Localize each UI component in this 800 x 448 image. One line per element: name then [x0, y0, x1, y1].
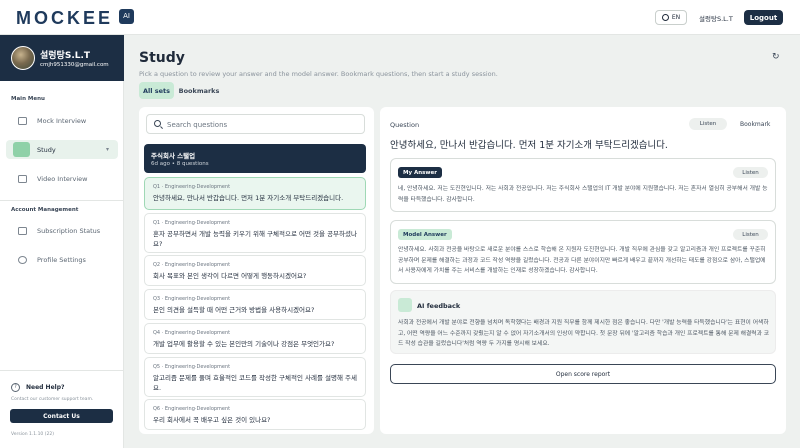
question-set-card[interactable]: 주식회사 스탤업 6d ago • 8 questions: [144, 144, 366, 173]
refresh-icon[interactable]: ↻: [772, 52, 782, 62]
avatar[interactable]: [11, 46, 35, 70]
sidebar-item-label: Subscription Status: [37, 226, 101, 235]
my-answer-listen-button[interactable]: Listen: [733, 167, 768, 178]
my-answer-text: 네, 안녕하세요. 저는 도진현입니다. 저는 사회과 전공입니다. 저는 주식…: [398, 186, 768, 203]
question-text: 본인 의견을 설득할 때 어떤 근거와 방법을 사용하시겠어요?: [153, 306, 315, 314]
question-label: Question: [390, 121, 420, 129]
ai-feedback-text: 사회과 전공에서 개발 분야로 전향을 넘치며 독학했다는 배경과 지원 직무를…: [398, 320, 770, 347]
study-icon: [13, 142, 30, 157]
ai-feedback-card: AI feedback 사회과 전공에서 개발 분야로 전향을 넘치며 독학했다…: [390, 290, 776, 354]
app-logo[interactable]: MOCKEE: [16, 8, 113, 29]
search-icon: [154, 120, 161, 127]
help-icon: ?: [11, 383, 20, 392]
model-answer-listen-button[interactable]: Listen: [733, 229, 768, 240]
question-text: 우리 회사에서 꼭 배우고 싶은 것이 있나요?: [153, 416, 271, 424]
search-input[interactable]: Search questions: [146, 114, 365, 134]
search-placeholder: Search questions: [167, 121, 228, 129]
main-menu-label: Main Menu: [11, 96, 45, 102]
profile-name: 설렁탕S.L.T: [40, 51, 91, 61]
model-answer-card: Model Answer Listen 안녕하세요. 사회과 전공을 바탕으로 …: [390, 220, 776, 284]
question-text: 알고리즘 문제를 풀며 효율적인 코드를 작성한 구체적인 사례를 설명해 주세…: [153, 374, 357, 392]
user-icon: [18, 255, 27, 264]
model-answer-badge: Model Answer: [398, 229, 452, 240]
account-management-label: Account Management: [11, 207, 79, 213]
set-title: 주식회사 스탤업: [151, 152, 196, 160]
tab-bookmarks[interactable]: Bookmarks: [178, 82, 220, 99]
chevron-down-icon[interactable]: ▾: [106, 146, 109, 153]
list-item[interactable]: Q1 · Engineering·Development 안녕하세요, 만나서 …: [144, 177, 366, 210]
question-meta: Q3 · Engineering·Development: [153, 296, 231, 302]
globe-icon: [661, 14, 669, 21]
question-list-panel: Search questions 주식회사 스탤업 6d ago • 8 que…: [139, 107, 374, 434]
sidebar-item-mock-interview[interactable]: Mock Interview: [6, 111, 118, 130]
sidebar-item-label: Video Interview: [37, 174, 88, 183]
list-item[interactable]: Q5 · Engineering·Development 알고리즘 문제를 풀며…: [144, 357, 366, 397]
list-item[interactable]: Q2 · Engineering·Development 회사 목표와 본인 생…: [144, 255, 366, 286]
sidebar-item-label: Mock Interview: [37, 116, 87, 125]
app-version: Version 1.1.10 (22): [11, 432, 54, 437]
monitor-icon: [18, 226, 27, 235]
profile-email: cmjh951330@gmail.com: [40, 62, 109, 68]
question-detail-panel: Question Listen Bookmark 안녕하세요, 만나서 반갑습니…: [380, 107, 786, 434]
page-subtitle: Pick a question to review your answer an…: [139, 70, 498, 78]
question-meta: Q1 · Engineering·Development: [153, 184, 231, 190]
my-answer-badge: My Answer: [398, 167, 442, 178]
logo-badge-icon: AI: [119, 9, 134, 24]
list-item[interactable]: Q1 · Engineering·Development 혼자 공부하면서 개발…: [144, 213, 366, 253]
set-meta: 6d ago • 8 questions: [151, 161, 209, 167]
question-meta: Q6 · Engineering·Development: [153, 406, 231, 412]
question-meta: Q4 · Engineering·Development: [153, 330, 231, 336]
listen-button[interactable]: Listen: [689, 118, 727, 130]
video-icon: [18, 174, 27, 183]
bookmark-button[interactable]: Bookmark: [740, 121, 770, 128]
logout-button[interactable]: Logout: [744, 10, 783, 25]
ai-feedback-title: AI feedback: [417, 302, 461, 310]
list-item[interactable]: Q6 · Engineering·Development 우리 회사에서 꼭 배…: [144, 399, 366, 430]
question-meta: Q2 · Engineering·Development: [153, 262, 231, 268]
help-subtitle: Contact our customer support team.: [11, 397, 94, 402]
page-title: Study: [139, 50, 185, 66]
question-meta: Q1 · Engineering·Development: [153, 220, 231, 226]
sidebar-item-label: Profile Settings: [37, 255, 86, 264]
mock-interview-icon: [18, 116, 27, 125]
profile-card: 설렁탕S.L.T cmjh951330@gmail.com: [0, 35, 124, 81]
language-button[interactable]: EN: [655, 10, 687, 25]
top-header: MOCKEE AI EN 설렁탕S.L.T Logout: [0, 0, 800, 35]
list-item[interactable]: Q4 · Engineering·Development 개발 업무에 활용할 …: [144, 323, 366, 354]
ai-feedback-icon: [398, 298, 412, 312]
question-meta: Q5 · Engineering·Development: [153, 364, 231, 370]
tab-all-sets[interactable]: All sets: [139, 82, 174, 99]
help-title: Need Help?: [26, 384, 65, 391]
sidebar-item-study[interactable]: Study ▾: [6, 140, 118, 159]
language-label: EN: [671, 14, 681, 21]
sidebar-item-profile-settings[interactable]: Profile Settings: [6, 250, 118, 269]
sidebar-item-label: Study: [37, 145, 56, 154]
contact-us-button[interactable]: Contact Us: [10, 409, 113, 423]
sidebar-item-video-interview[interactable]: Video Interview: [6, 169, 118, 188]
model-answer-text: 안녕하세요. 사회과 전공을 바탕으로 새로운 분야를 스스로 학습해 온 지원…: [398, 247, 766, 274]
question-text: 혼자 공부하면서 개발 능력을 키우기 위해 구체적으로 어떤 것을 공부하셨나…: [153, 230, 357, 248]
open-score-report-button[interactable]: Open score report: [390, 364, 776, 384]
my-answer-card: My Answer Listen 네, 안녕하세요. 저는 도진현입니다. 저는…: [390, 158, 776, 212]
sidebar-divider: [0, 370, 124, 371]
sidebar-item-subscription[interactable]: Subscription Status: [6, 221, 118, 240]
header-user-name[interactable]: 설렁탕S.L.T: [699, 13, 733, 23]
sidebar-divider: [0, 200, 124, 201]
question-text: 개발 업무에 활용할 수 있는 본인만의 기술이나 강점은 무엇인가요?: [153, 340, 335, 348]
sidebar: 설렁탕S.L.T cmjh951330@gmail.com Main Menu …: [0, 35, 124, 448]
list-item[interactable]: Q3 · Engineering·Development 본인 의견을 설득할 …: [144, 289, 366, 320]
question-title: 안녕하세요, 만나서 반갑습니다. 먼저 1분 자기소개 부탁드리겠습니다.: [390, 140, 668, 151]
question-text: 회사 목표와 본인 생각이 다르면 어떻게 행동하시겠어요?: [153, 272, 307, 280]
question-text: 안녕하세요, 만나서 반갑습니다. 먼저 1분 자기소개 부탁드리겠습니다.: [153, 194, 344, 202]
